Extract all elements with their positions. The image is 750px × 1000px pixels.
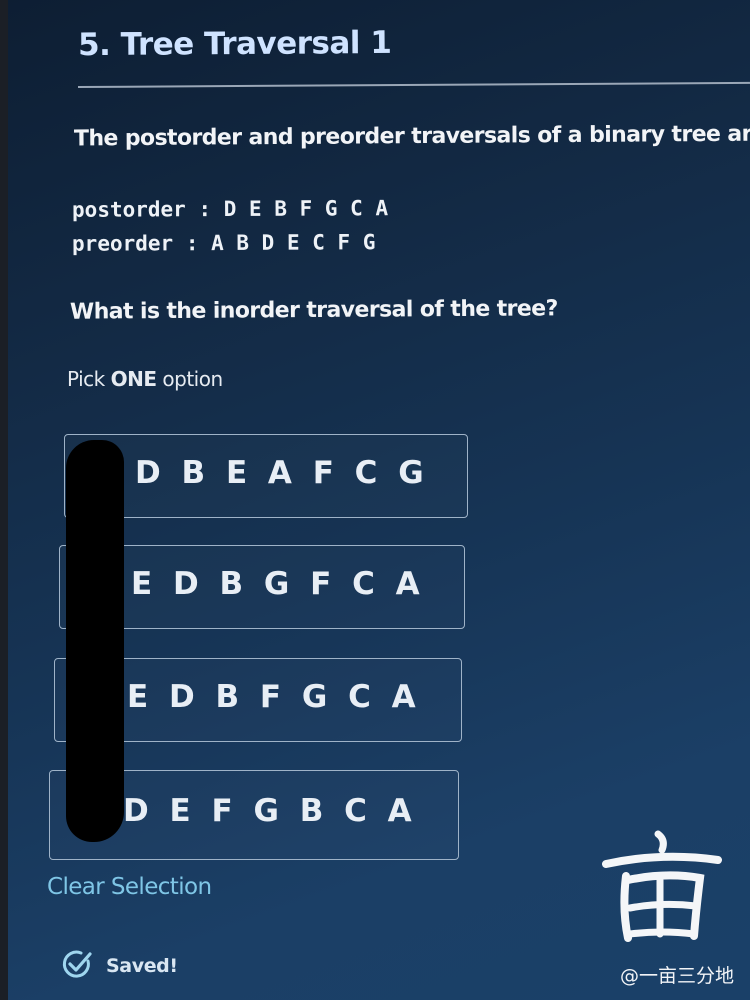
redaction-mark: [66, 440, 124, 842]
preorder-line: preorder : A B D E C F G: [71, 230, 376, 256]
question-title: 5. Tree Traversal 1: [77, 24, 392, 64]
answer-option-label: E D B G F C A: [131, 566, 425, 602]
postorder-line: postorder : D E B F G C A: [71, 196, 389, 222]
answer-option-label: D E F G B C A: [123, 793, 417, 829]
watermark-logo-icon: [596, 830, 726, 954]
saved-status: Saved!: [60, 947, 178, 985]
saved-label: Saved!: [106, 955, 178, 977]
watermark-handle: @一亩三分地: [619, 965, 734, 987]
screen-bezel: [0, 0, 8, 1000]
check-circle-icon: [60, 947, 94, 985]
answer-option-label: E D B F G C A: [127, 679, 421, 715]
title-divider: [77, 81, 750, 88]
pick-instruction: Pick ONE option: [67, 367, 223, 391]
question-prompt: The postorder and preorder traversals of…: [73, 121, 750, 152]
quiz-page: 5. Tree Traversal 1 The postorder and pr…: [0, 0, 750, 1000]
clear-selection-link[interactable]: Clear Selection: [47, 874, 212, 900]
question-ask: What is the inorder traversal of the tre…: [69, 296, 558, 325]
answer-option-label: D B E A F C G: [135, 455, 429, 491]
answer-option-1[interactable]: D B E A F C G: [64, 434, 468, 518]
